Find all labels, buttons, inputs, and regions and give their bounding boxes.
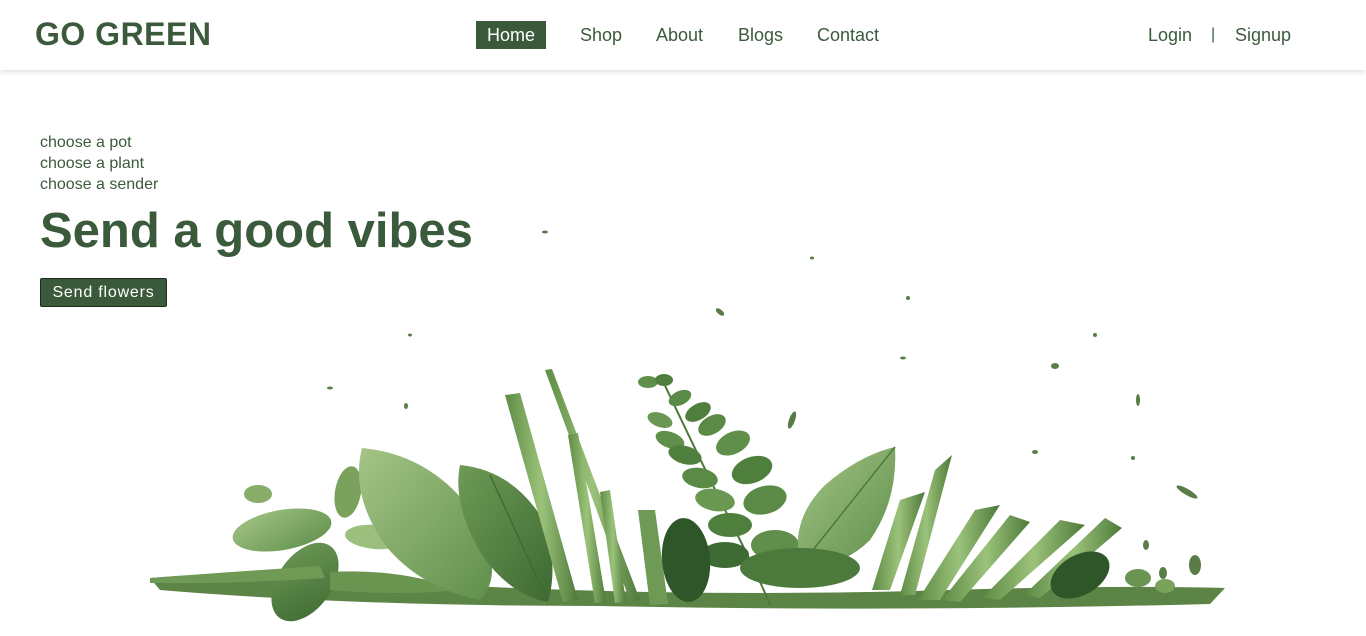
- signup-link[interactable]: Signup: [1235, 21, 1291, 49]
- nav-home-link[interactable]: Home: [476, 21, 547, 49]
- nav-contact-link[interactable]: Contact: [817, 21, 879, 49]
- brand-logo[interactable]: GO GREEN: [35, 16, 211, 53]
- auth-separator: |: [1211, 26, 1216, 43]
- nav-blogs-link[interactable]: Blogs: [738, 21, 783, 49]
- navbar: GO GREEN Home Shop About Blogs Contact L…: [0, 0, 1366, 70]
- leaves-image: [150, 230, 1225, 622]
- nav-shop-link[interactable]: Shop: [580, 21, 622, 49]
- nav-about-link[interactable]: About: [656, 21, 703, 49]
- login-link[interactable]: Login: [1148, 21, 1192, 49]
